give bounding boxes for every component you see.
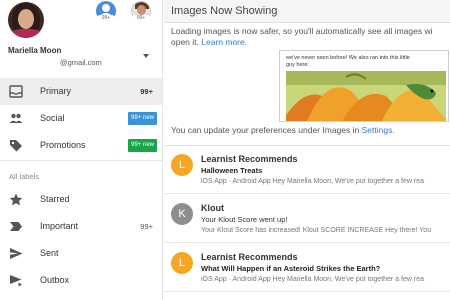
info-description: Loading images is now safer, so you'll a…	[171, 26, 450, 48]
email-preview-card: we've never seen before! We also ran int…	[279, 50, 449, 122]
email-snippet: Your Klout Score has increased! Klout SC…	[201, 227, 432, 234]
sidebar-item-label: Outbox	[40, 275, 70, 285]
new-count-badge: 99+ new	[128, 139, 157, 152]
sidebar-item-label: Starred	[40, 194, 70, 204]
sender-avatar: L	[171, 154, 193, 176]
divider	[0, 160, 162, 161]
send-icon	[10, 248, 23, 259]
account-header[interactable]: 99+ 99+ Mariella Moon @gmail.com	[0, 0, 162, 74]
tag-icon	[10, 140, 22, 152]
sidebar-item-label: Important	[40, 221, 79, 231]
sidebar-item-starred[interactable]: Starred	[0, 186, 162, 213]
new-count-badge: 99+ new	[128, 112, 157, 125]
info-text: Loading images is now safer, so you'll a…	[171, 26, 433, 36]
preview-text-line: we've never seen before! We also ran int…	[286, 55, 410, 61]
sidebar-item-sent[interactable]: Sent	[0, 240, 162, 267]
sidebar-item-promotions[interactable]: Promotions 99+ new	[0, 132, 162, 159]
inbox-icon	[9, 85, 23, 98]
unread-count: 99+	[140, 222, 153, 231]
info-banner-header: Images Now Showing	[164, 0, 450, 23]
account-name: Mariella Moon	[8, 46, 62, 55]
sidebar-item-label: Social	[40, 113, 65, 123]
navigation-drawer: 99+ 99+ Mariella Moon @gmail.com Primary…	[0, 0, 163, 300]
info-text: open it.	[171, 37, 199, 47]
account-switcher-dropdown-icon[interactable]	[143, 54, 149, 58]
important-icon	[10, 222, 22, 231]
sidebar-item-social[interactable]: Social 99+ new	[0, 105, 162, 132]
sender-avatar: L	[171, 252, 193, 274]
list-item[interactable]: L Learnist Recommends What Will Happen i…	[164, 244, 450, 292]
sidebar-item-important[interactable]: Important 99+	[0, 213, 162, 240]
outbox-icon	[10, 275, 22, 287]
email-subject: Halloween Treats	[201, 166, 263, 175]
section-heading: All labels	[9, 172, 40, 181]
people-icon	[9, 113, 23, 123]
list-item[interactable]: L Learnist Recommends Halloween Treats i…	[164, 146, 450, 194]
nav-list: Primary 99+ Social 99+ new Promotions 99…	[0, 78, 162, 159]
sidebar-item-label: Sent	[40, 248, 59, 258]
sender-name: Learnist Recommends	[201, 252, 298, 262]
star-icon	[9, 193, 23, 206]
settings-link[interactable]: Settings.	[362, 125, 395, 135]
avatar[interactable]	[8, 2, 44, 38]
preferences-text: You can update your preferences under Im…	[171, 125, 395, 135]
email-snippet: iOS App · Android App Hey Mariella Moon,…	[201, 276, 424, 283]
list-item[interactable]: K Klout Your Klout Score went up! Your K…	[164, 195, 450, 243]
page-title: Images Now Showing	[171, 5, 278, 17]
email-subject: Your Klout Score went up!	[201, 215, 288, 224]
labels-list: Starred Important 99+ Sent Outbox	[0, 186, 162, 294]
message-list-pane: Images Now Showing Loading images is now…	[164, 0, 450, 300]
unread-count: 99+	[140, 87, 153, 96]
sidebar-item-primary[interactable]: Primary 99+	[0, 78, 162, 105]
preview-text-line: guy here:	[286, 62, 309, 68]
preview-image	[286, 71, 446, 121]
account-unread-count: 99+	[132, 15, 150, 21]
sidebar-item-outbox[interactable]: Outbox	[0, 267, 162, 294]
preferences-message: You can update your preferences under Im…	[171, 125, 360, 135]
email-subject: What Will Happen if an Asteroid Strikes …	[201, 264, 381, 273]
sender-name: Klout	[201, 203, 224, 213]
preview-text: we've never seen before! We also ran int…	[286, 55, 446, 69]
sidebar-item-label: Promotions	[40, 140, 86, 150]
account-email: @gmail.com	[60, 58, 102, 67]
email-snippet: iOS App · Android App Hey Mariella Moon,…	[201, 178, 424, 185]
learn-more-link[interactable]: Learn more.	[201, 37, 247, 47]
account-unread-count: 99+	[97, 15, 115, 21]
sender-name: Learnist Recommends	[201, 154, 298, 164]
sender-avatar: K	[171, 203, 193, 225]
sidebar-item-label: Primary	[40, 86, 71, 96]
